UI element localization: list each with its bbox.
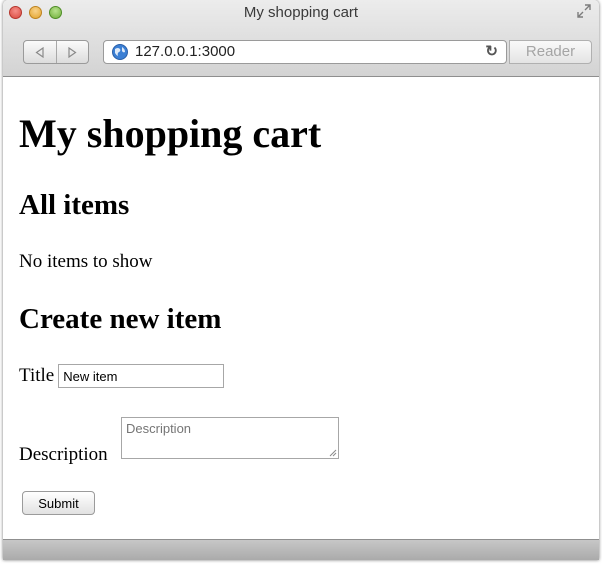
items-heading: All items <box>19 189 130 221</box>
reload-icon[interactable]: ↻ <box>485 42 498 60</box>
browser-window: My shopping cart 127.0.0.1:3000 ↻ Reader… <box>3 0 599 560</box>
page-content: My shopping cart All items No items to s… <box>3 77 599 539</box>
create-item-heading: Create new item <box>19 303 222 335</box>
url-text: 127.0.0.1:3000 <box>135 43 236 60</box>
forward-button[interactable] <box>55 41 89 63</box>
globe-icon <box>112 44 128 60</box>
forward-arrow-icon <box>68 46 77 58</box>
submit-button[interactable]: Submit <box>22 491 95 515</box>
resize-grip-icon[interactable] <box>327 447 337 457</box>
navigation-buttons <box>23 40 89 64</box>
description-label: Description <box>19 444 108 465</box>
page-title: My shopping cart <box>19 111 322 156</box>
title-label: Title <box>19 365 55 386</box>
title-field-row: Title <box>19 364 225 388</box>
fullscreen-icon[interactable] <box>577 4 591 18</box>
window-title: My shopping cart <box>243 4 359 21</box>
empty-items-message: No items to show <box>19 251 153 272</box>
browser-toolbar: My shopping cart 127.0.0.1:3000 ↻ Reader <box>3 0 599 77</box>
status-bar <box>3 539 599 560</box>
title-input[interactable] <box>58 364 225 388</box>
description-textarea[interactable] <box>121 417 339 459</box>
address-bar[interactable]: 127.0.0.1:3000 ↻ <box>103 40 507 64</box>
reader-button[interactable]: Reader <box>509 40 592 64</box>
back-arrow-icon <box>35 46 44 58</box>
back-button[interactable] <box>24 41 56 63</box>
